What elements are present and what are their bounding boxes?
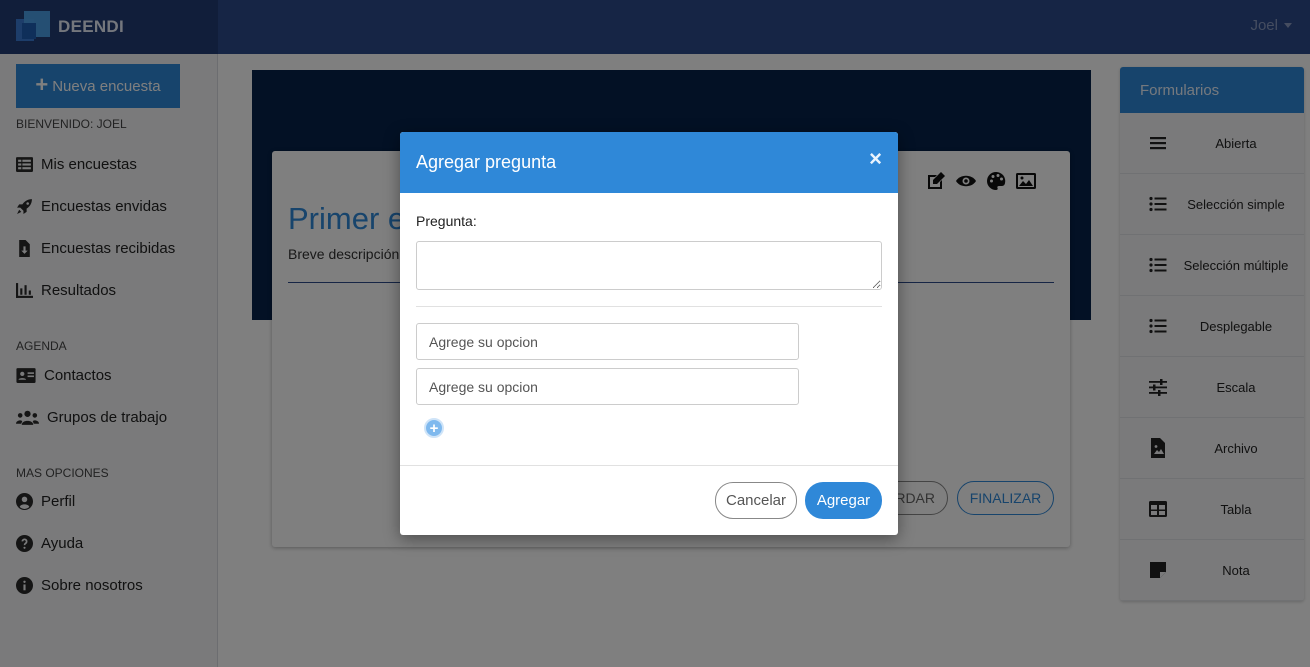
option-input-1[interactable] [416, 323, 799, 360]
divider [416, 306, 882, 307]
modal-title: Agregar pregunta [416, 152, 557, 172]
modal-footer-divider [400, 465, 898, 466]
question-label: Pregunta: [416, 213, 477, 229]
add-button[interactable]: Agregar [805, 482, 882, 519]
add-question-modal: Agregar pregunta × Pregunta: + Cancelar … [400, 132, 898, 535]
cancel-button[interactable]: Cancelar [715, 482, 797, 519]
option-input-2[interactable] [416, 368, 799, 405]
add-option-plus-circle-icon[interactable]: + [424, 418, 444, 438]
close-icon[interactable]: × [869, 148, 882, 170]
question-textarea[interactable] [416, 241, 882, 290]
modal-header: Agregar pregunta × [400, 132, 898, 193]
